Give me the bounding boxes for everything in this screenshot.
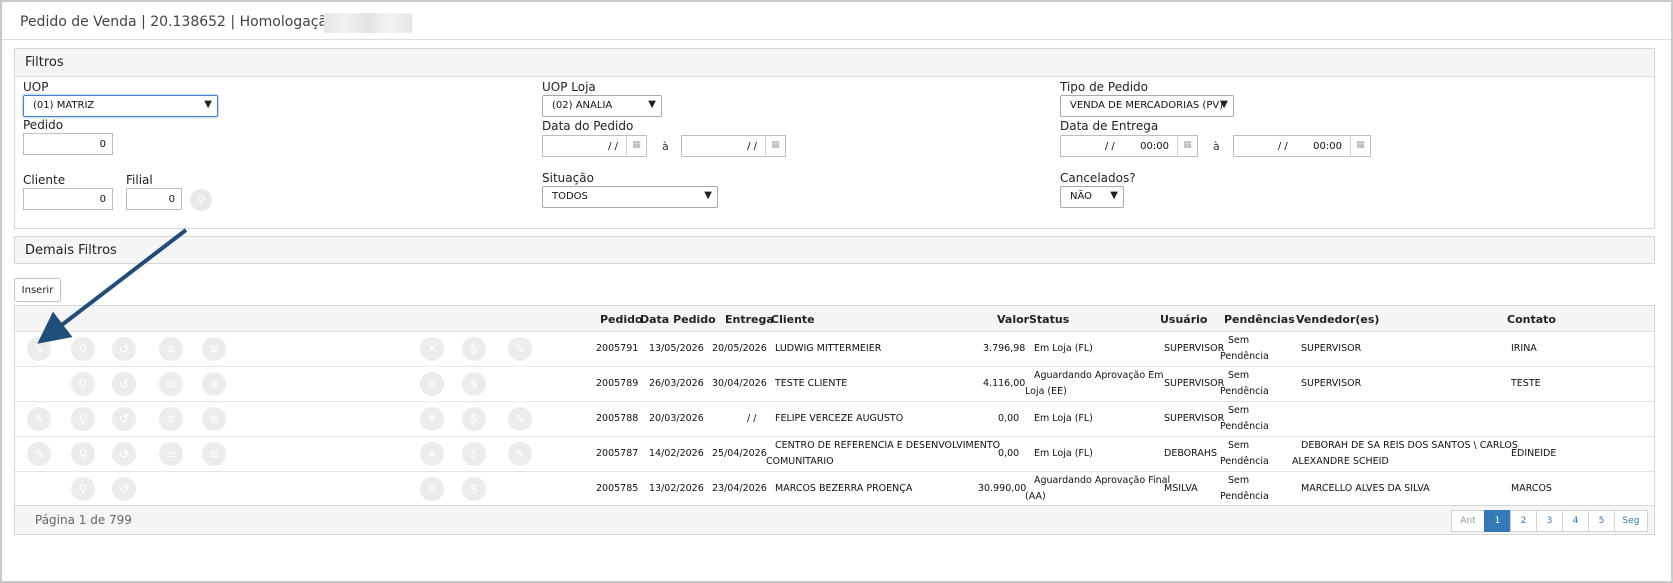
annotation-arrow [37,228,188,344]
